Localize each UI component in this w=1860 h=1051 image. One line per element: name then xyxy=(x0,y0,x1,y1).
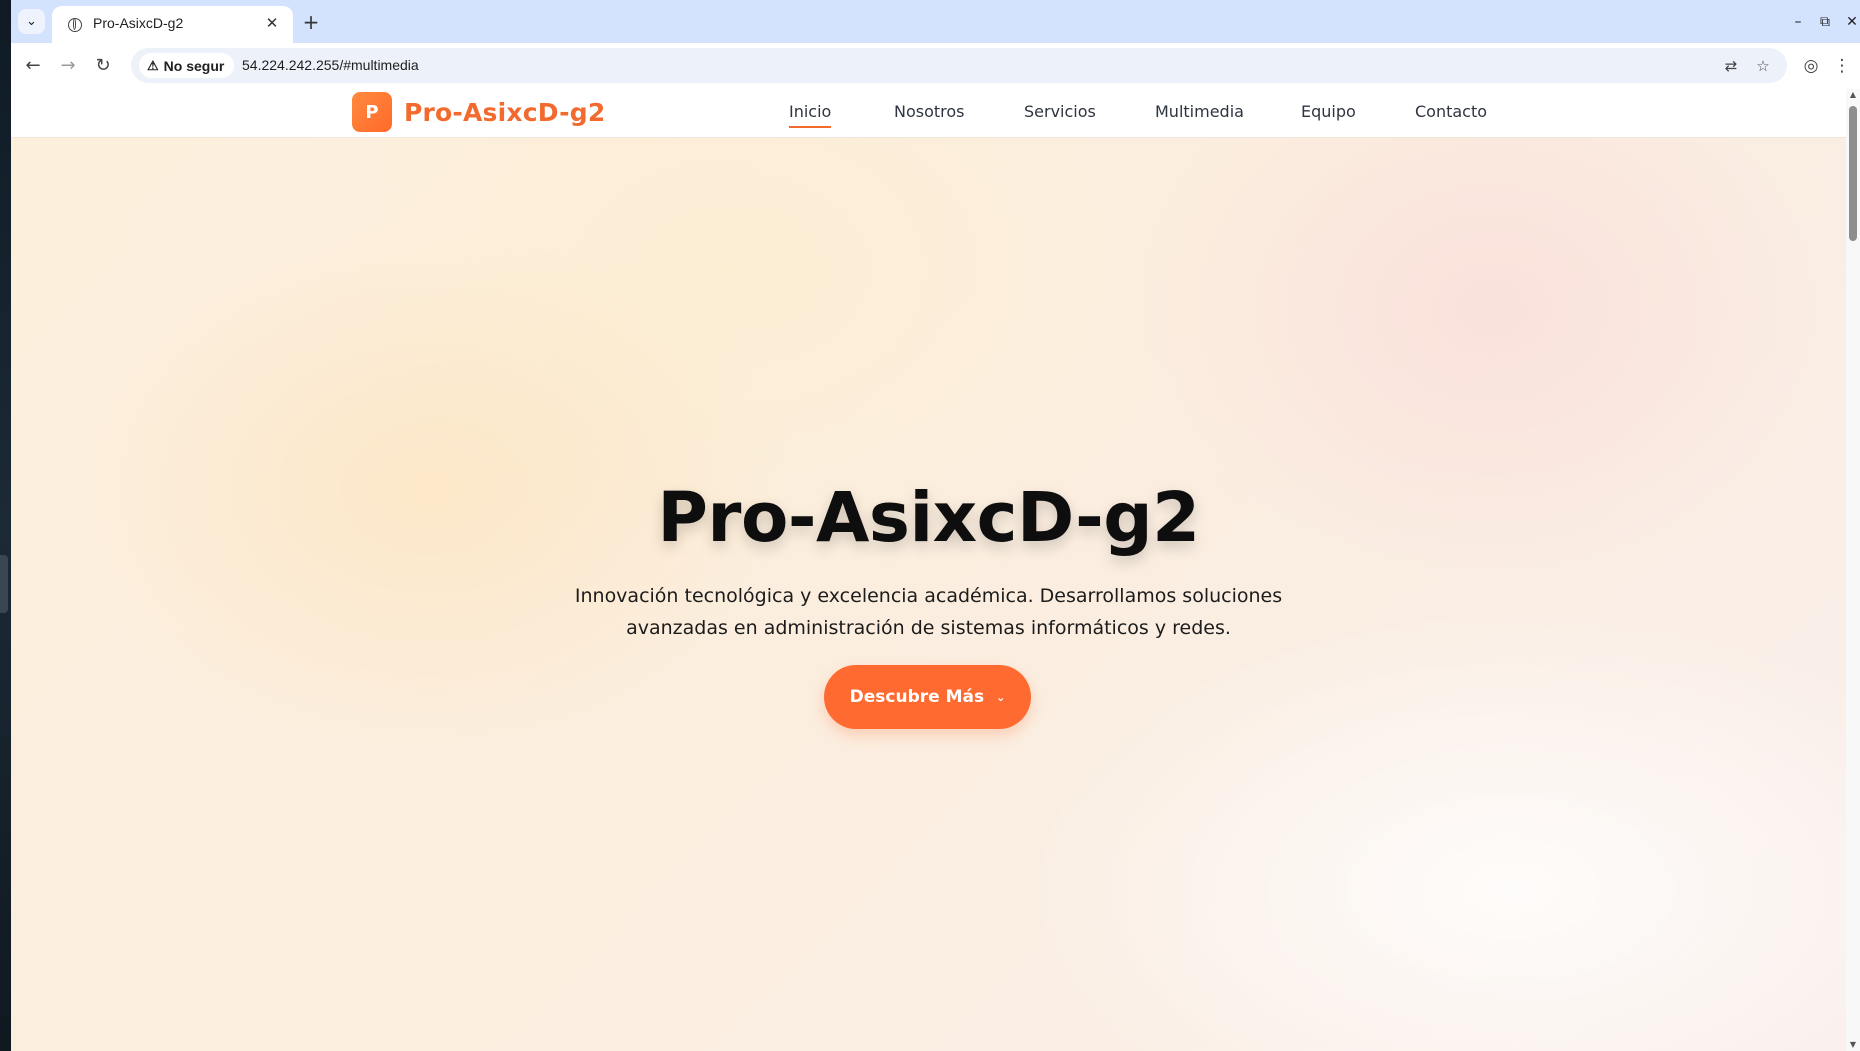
address-bar[interactable]: ⚠ No segur 54.224.242.255/#multimedia ⇄ … xyxy=(131,48,1787,83)
desktop-side-handle[interactable] xyxy=(0,555,8,613)
close-icon: ✕ xyxy=(1846,14,1858,30)
plus-icon: + xyxy=(302,10,320,34)
account-icon[interactable]: ◎ xyxy=(1798,53,1824,79)
url-text[interactable]: 54.224.242.255/#multimedia xyxy=(242,57,419,73)
nav-link-equipo[interactable]: Equipo xyxy=(1301,102,1356,121)
chevron-down-icon: ⌄ xyxy=(996,690,1006,704)
browser-toolbar: ← → ↻ ⚠ No segur 54.224.242.255/#multime… xyxy=(11,43,1860,90)
page-scrollbar[interactable]: ▲ ▼ xyxy=(1846,89,1860,1051)
browser-window: ⌄ Pro-AsixcD-g2 ✕ + – ⧉ ✕ ← → ↻ ⚠ No seg… xyxy=(11,0,1860,1051)
main-nav: Inicio Nosotros Servicios Multimedia Equ… xyxy=(11,89,1846,137)
new-tab-button[interactable]: + xyxy=(299,10,323,34)
close-window-button[interactable]: ✕ xyxy=(1840,10,1860,34)
minimize-icon: – xyxy=(1794,14,1802,30)
tab-title: Pro-AsixcD-g2 xyxy=(93,15,184,31)
site-header: P Pro-AsixcD-g2 Inicio Nosotros Servicio… xyxy=(11,89,1846,138)
hero-subtitle: Innovación tecnológica y excelencia acad… xyxy=(574,585,1283,639)
discover-more-button[interactable]: Descubre Más ⌄ xyxy=(824,665,1031,729)
nav-link-servicios[interactable]: Servicios xyxy=(1024,102,1096,121)
security-chip[interactable]: ⚠ No segur xyxy=(139,53,235,78)
tab-strip: ⌄ Pro-AsixcD-g2 ✕ + – ⧉ ✕ xyxy=(11,0,1860,43)
arrow-left-icon: ← xyxy=(25,55,41,76)
scroll-down-icon[interactable]: ▼ xyxy=(1846,1039,1860,1051)
scroll-up-icon[interactable]: ▲ xyxy=(1846,89,1860,101)
cta-label: Descubre Más xyxy=(849,687,985,707)
nav-link-multimedia[interactable]: Multimedia xyxy=(1155,102,1244,121)
browser-tab-active[interactable]: Pro-AsixcD-g2 ✕ xyxy=(52,6,293,43)
web-page: P Pro-AsixcD-g2 Inicio Nosotros Servicio… xyxy=(11,89,1860,1051)
hero-title: Pro-AsixcD-g2 xyxy=(657,478,1200,559)
back-button[interactable]: ← xyxy=(19,52,47,80)
close-icon[interactable]: ✕ xyxy=(262,13,282,33)
reload-icon: ↻ xyxy=(95,55,111,76)
minimize-button[interactable]: – xyxy=(1786,10,1810,34)
restore-icon: ⧉ xyxy=(1820,14,1830,30)
scroll-thumb[interactable] xyxy=(1849,106,1857,241)
forward-button[interactable]: → xyxy=(54,52,82,80)
kebab-menu-icon[interactable]: ⋮ xyxy=(1829,53,1855,79)
nav-link-nosotros[interactable]: Nosotros xyxy=(894,102,965,121)
arrow-right-icon: → xyxy=(60,55,76,76)
nav-link-inicio[interactable]: Inicio xyxy=(789,102,832,128)
tab-search-button[interactable]: ⌄ xyxy=(18,9,45,34)
globe-icon xyxy=(68,18,82,32)
chevron-down-icon: ⌄ xyxy=(26,14,37,29)
reload-button[interactable]: ↻ xyxy=(89,52,117,80)
star-icon[interactable]: ☆ xyxy=(1752,55,1774,77)
desktop-background xyxy=(0,0,11,1051)
security-label: No segur xyxy=(163,57,225,74)
nav-link-contacto[interactable]: Contacto xyxy=(1415,102,1487,121)
warning-icon: ⚠ xyxy=(147,57,159,73)
restore-button[interactable]: ⧉ xyxy=(1813,10,1837,34)
translate-icon[interactable]: ⇄ xyxy=(1720,55,1742,77)
